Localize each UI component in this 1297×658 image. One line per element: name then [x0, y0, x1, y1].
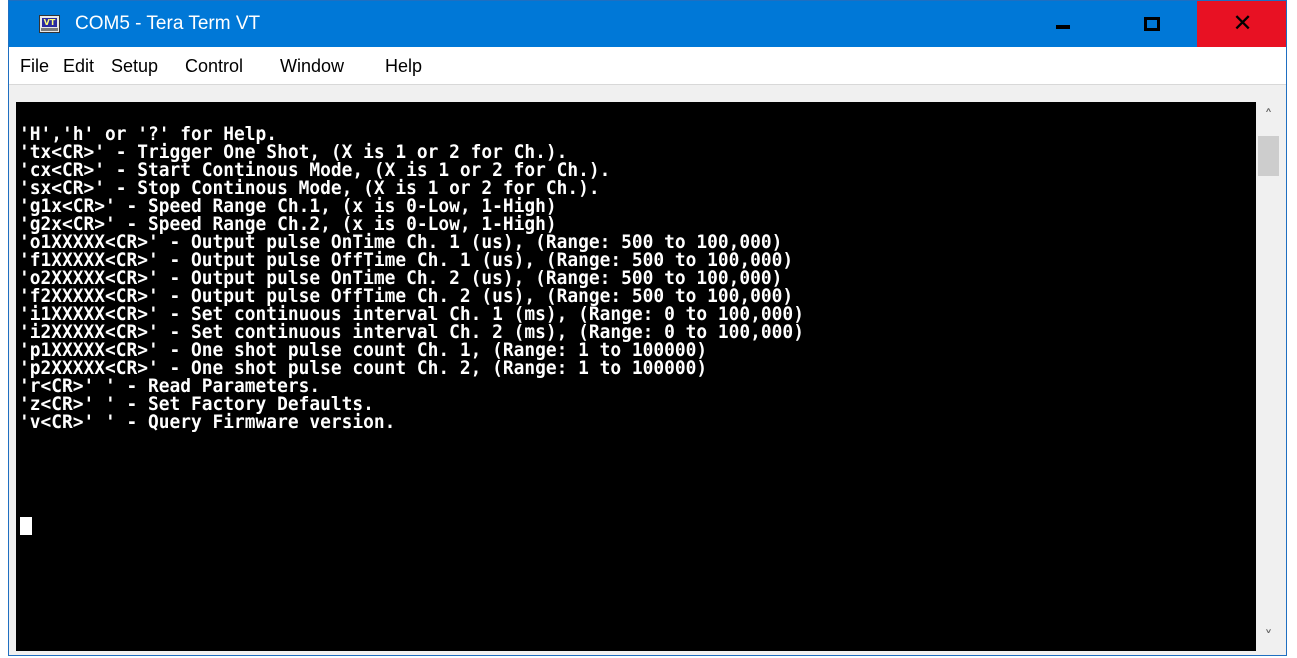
minimize-icon — [1056, 25, 1070, 29]
menu-control[interactable]: Control — [185, 56, 243, 76]
menu-window[interactable]: Window — [280, 56, 344, 76]
maximize-icon — [1144, 17, 1160, 31]
tera-term-vt-icon[interactable]: VT — [39, 15, 60, 33]
menu-bar: File Edit Setup Control Window Help — [9, 47, 1286, 85]
menu-setup[interactable]: Setup — [111, 56, 158, 76]
window-title: COM5 - Tera Term VT — [75, 13, 261, 34]
title-bar[interactable]: VT COM5 - Tera Term VT ✕ — [9, 1, 1286, 47]
minimize-button[interactable] — [1019, 1, 1107, 47]
terminal-output[interactable]: 'H','h' or '?' for Help. 'tx<CR>' - Trig… — [16, 102, 1256, 651]
menu-file[interactable]: File — [20, 56, 49, 76]
maximize-button[interactable] — [1107, 1, 1195, 47]
terminal-line: 'v<CR>' ' - Query Firmware version. — [19, 411, 396, 433]
chevron-up-icon[interactable]: ˄ — [1256, 102, 1281, 130]
chevron-down-icon[interactable]: ˅ — [1256, 623, 1281, 651]
app-icon-screen: VT — [42, 18, 57, 27]
terminal-cursor — [20, 517, 32, 535]
app-icon-base — [41, 28, 58, 31]
scrollbar-thumb[interactable] — [1258, 136, 1279, 176]
vertical-scrollbar[interactable]: ˄ ˅ — [1256, 102, 1281, 651]
menu-edit[interactable]: Edit — [63, 56, 94, 76]
close-button[interactable]: ✕ — [1197, 1, 1286, 47]
menu-help[interactable]: Help — [385, 56, 422, 76]
close-icon: ✕ — [1232, 9, 1253, 37]
terminal-lines: 'H','h' or '?' for Help. 'tx<CR>' - Trig… — [19, 125, 854, 433]
tera-term-window: VT COM5 - Tera Term VT ✕ File Edit Setup… — [8, 0, 1287, 656]
